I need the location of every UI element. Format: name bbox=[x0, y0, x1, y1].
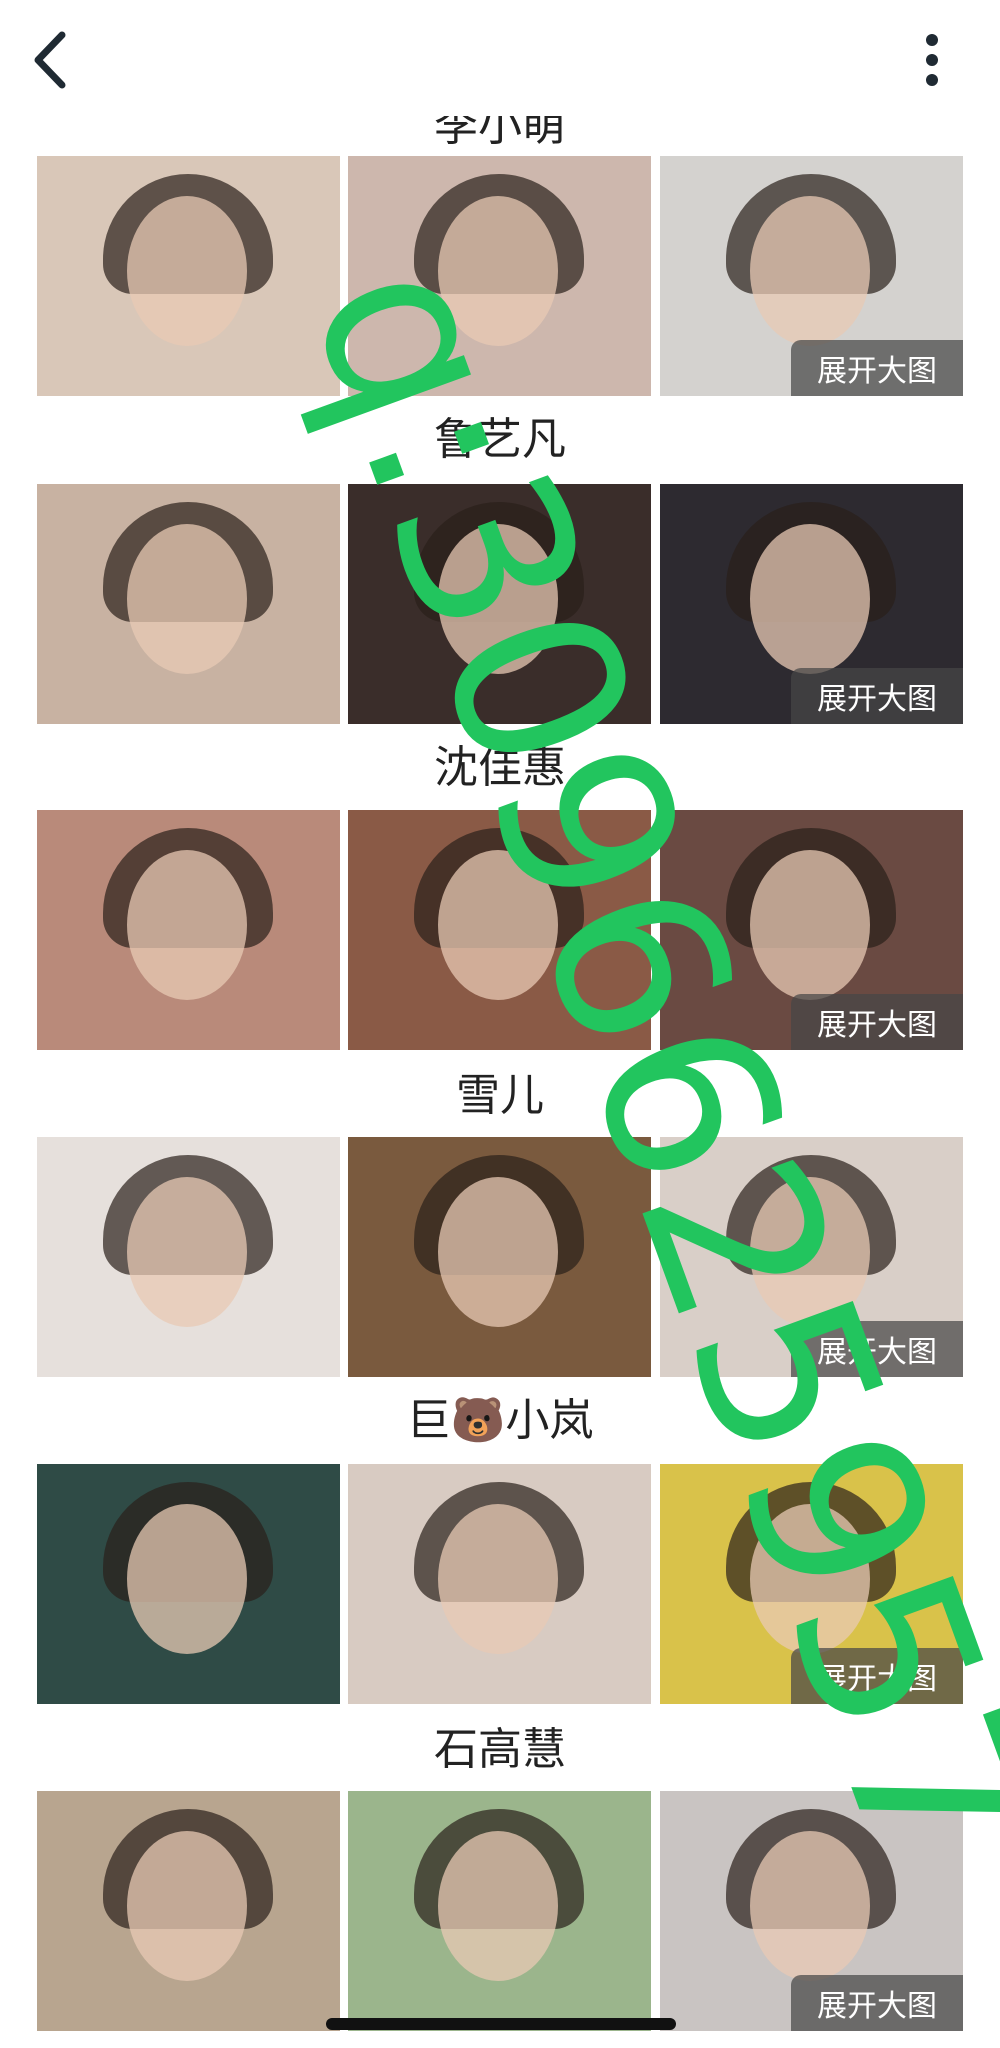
expand-image-button[interactable]: 展开大图 bbox=[791, 668, 963, 724]
photo-thumbnail[interactable] bbox=[37, 1791, 340, 2031]
expand-image-button[interactable]: 展开大图 bbox=[791, 994, 963, 1050]
photo-row: 展开大图 bbox=[37, 1137, 963, 1377]
photo-thumbnail[interactable]: 展开大图 bbox=[660, 810, 963, 1050]
group-name-label: 石高慧 bbox=[434, 1724, 566, 1775]
photo-thumbnail[interactable] bbox=[37, 810, 340, 1050]
photo-thumbnail[interactable] bbox=[348, 810, 651, 1050]
group-name-label: 巨🐻小岚 bbox=[406, 1395, 594, 1446]
photo-feed: 李小萌 展开大图 鲁艺凡 展开大图 沈佳惠 展开大图 雪儿 展开大图 巨🐻小岚 bbox=[0, 0, 1000, 2048]
photo-thumbnail[interactable] bbox=[37, 1137, 340, 1377]
home-indicator bbox=[326, 2018, 676, 2030]
group-name-label: 沈佳惠 bbox=[434, 742, 566, 793]
photo-row: 展开大图 bbox=[37, 1791, 963, 2031]
chevron-left-icon bbox=[34, 31, 66, 89]
photo-thumbnail[interactable]: 展开大图 bbox=[660, 156, 963, 396]
photo-thumbnail[interactable]: 展开大图 bbox=[660, 1464, 963, 1704]
expand-image-button[interactable]: 展开大图 bbox=[791, 1648, 963, 1704]
expand-image-button[interactable]: 展开大图 bbox=[791, 1321, 963, 1377]
group-name-label: 鲁艺凡 bbox=[434, 414, 566, 465]
photo-thumbnail[interactable] bbox=[348, 1464, 651, 1704]
photo-row: 展开大图 bbox=[37, 484, 963, 724]
more-vertical-icon bbox=[926, 34, 938, 86]
more-options-button[interactable] bbox=[900, 28, 964, 92]
expand-image-button[interactable]: 展开大图 bbox=[791, 1975, 963, 2031]
photo-thumbnail[interactable] bbox=[348, 1137, 651, 1377]
photo-thumbnail[interactable]: 展开大图 bbox=[660, 1791, 963, 2031]
group-name-label: 雪儿 bbox=[456, 1070, 544, 1121]
photo-thumbnail[interactable]: 展开大图 bbox=[660, 1137, 963, 1377]
top-navigation-bar bbox=[0, 0, 1000, 116]
expand-image-button[interactable]: 展开大图 bbox=[791, 340, 963, 396]
photo-row: 展开大图 bbox=[37, 1464, 963, 1704]
photo-row: 展开大图 bbox=[37, 156, 963, 396]
photo-thumbnail[interactable] bbox=[37, 484, 340, 724]
photo-thumbnail[interactable]: 展开大图 bbox=[660, 484, 963, 724]
photo-row: 展开大图 bbox=[37, 810, 963, 1050]
photo-thumbnail[interactable] bbox=[37, 1464, 340, 1704]
photo-thumbnail[interactable] bbox=[37, 156, 340, 396]
photo-thumbnail[interactable] bbox=[348, 156, 651, 396]
photo-thumbnail[interactable] bbox=[348, 1791, 651, 2031]
photo-thumbnail[interactable] bbox=[348, 484, 651, 724]
back-button[interactable] bbox=[18, 28, 82, 92]
